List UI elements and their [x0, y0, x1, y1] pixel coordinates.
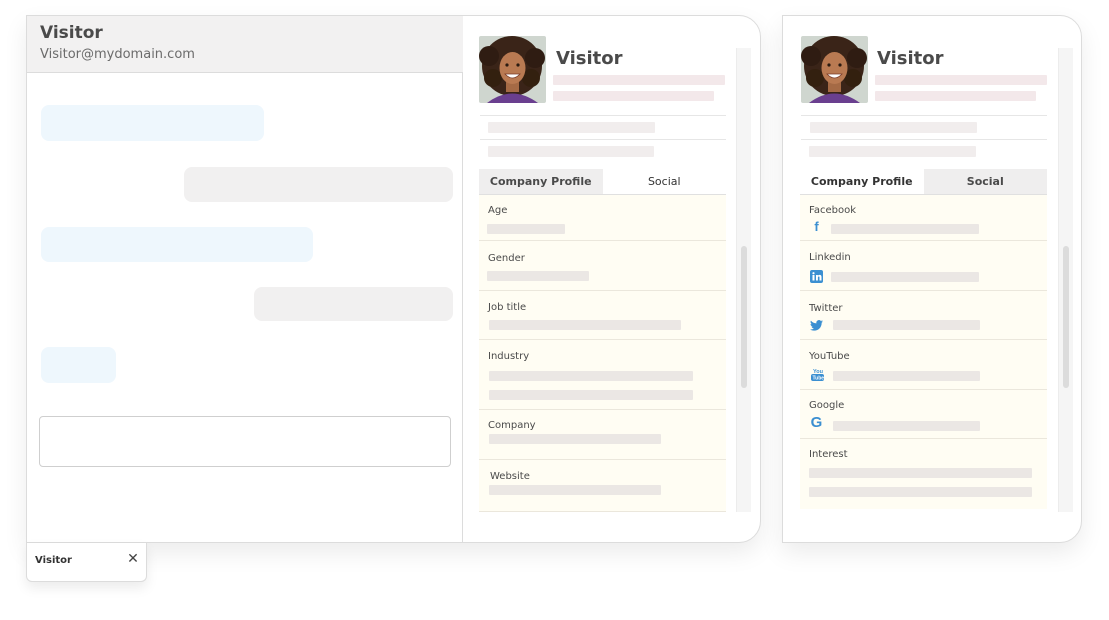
profile-detail-placeholder: [553, 91, 714, 101]
field-row: Industry: [479, 340, 726, 410]
profile-fields: Age Gender Job title Industry Company We…: [479, 195, 726, 512]
field-row: Website: [479, 460, 726, 512]
scrollbar-thumb[interactable]: [1063, 246, 1069, 388]
social-label: Google: [809, 400, 845, 411]
field-row: Company: [479, 410, 726, 460]
field-value-placeholder: [489, 371, 693, 381]
incoming-message-bubble: [41, 227, 313, 262]
chat-visitor-email: Visitor@mydomain.com: [40, 47, 195, 62]
profile-tabs: Company Profile Social: [479, 169, 726, 195]
field-value-placeholder: [489, 434, 661, 444]
profile-name: Visitor: [877, 48, 944, 69]
outgoing-message-bubble: [254, 287, 453, 321]
incoming-message-bubble: [41, 347, 116, 383]
field-row: Gender: [479, 241, 726, 291]
divider: [480, 139, 726, 140]
minimized-chat-label: Visitor: [35, 555, 72, 566]
field-row: Job title: [479, 291, 726, 340]
linkedin-icon[interactable]: [810, 270, 823, 283]
social-label: Twitter: [809, 303, 843, 314]
social-label: YouTube: [809, 351, 850, 362]
visitor-social-window: Visitor Company Profile Social Facebook …: [782, 15, 1082, 543]
chat-window: Visitor Visitor@mydomain.com Visitor Com…: [26, 15, 761, 543]
scrollbar-thumb[interactable]: [741, 246, 747, 388]
chat-visitor-name: Visitor: [40, 23, 103, 43]
social-value-placeholder: [833, 320, 980, 330]
profile-detail-placeholder: [875, 75, 1047, 85]
social-fields: Facebook f Linkedin Twitter YouTube You T…: [800, 195, 1047, 509]
field-value-placeholder: [489, 485, 661, 495]
social-label: Facebook: [809, 205, 856, 216]
chat-pane: Visitor Visitor@mydomain.com: [27, 16, 463, 542]
interest-row: Interest: [800, 439, 1047, 509]
outgoing-message-bubble: [184, 167, 453, 202]
tab-company-profile[interactable]: Company Profile: [800, 169, 924, 194]
youtube-icon[interactable]: You Tube: [810, 367, 825, 382]
field-value-placeholder: [487, 224, 565, 234]
profile-tabs: Company Profile Social: [800, 169, 1047, 195]
profile-detail-placeholder: [809, 146, 976, 157]
social-row-youtube: YouTube You Tube: [800, 340, 1047, 390]
field-label: Company: [488, 420, 536, 431]
svg-text:Tube: Tube: [813, 376, 825, 382]
field-label: Industry: [488, 351, 530, 362]
tab-company-profile[interactable]: Company Profile: [479, 169, 603, 194]
divider: [801, 115, 1047, 116]
scrollbar[interactable]: [1058, 48, 1073, 512]
social-value-placeholder: [831, 224, 979, 234]
social-row-facebook: Facebook f: [800, 195, 1047, 241]
tab-social[interactable]: Social: [602, 169, 726, 194]
social-row-linkedin: Linkedin: [800, 241, 1047, 291]
social-row-twitter: Twitter: [800, 291, 1047, 340]
incoming-message-bubble: [41, 105, 264, 141]
tab-social[interactable]: Social: [923, 169, 1047, 194]
profile-detail-placeholder: [875, 91, 1036, 101]
chat-header: Visitor Visitor@mydomain.com: [27, 16, 463, 73]
interest-placeholder: [809, 487, 1032, 497]
divider: [480, 115, 726, 116]
interest-label: Interest: [809, 449, 848, 460]
field-value-placeholder: [489, 390, 693, 400]
social-row-google: Google G: [800, 390, 1047, 439]
visitor-avatar: [479, 36, 546, 103]
field-label: Job title: [488, 302, 527, 313]
profile-detail-placeholder: [553, 75, 725, 85]
profile-detail-placeholder: [810, 122, 977, 133]
social-value-placeholder: [833, 371, 980, 381]
divider: [801, 139, 1047, 140]
scrollbar[interactable]: [736, 48, 751, 512]
field-label: Website: [490, 471, 530, 482]
interest-placeholder: [809, 468, 1032, 478]
social-value-placeholder: [831, 272, 979, 282]
visitor-profile-panel: Visitor Company Profile Social Age Gende…: [463, 16, 760, 542]
facebook-icon[interactable]: f: [810, 219, 823, 234]
twitter-icon[interactable]: [810, 319, 823, 332]
field-value-placeholder: [487, 271, 589, 281]
field-label: Gender: [488, 253, 525, 264]
field-label: Age: [488, 205, 508, 216]
social-label: Linkedin: [809, 252, 851, 263]
visitor-avatar: [801, 36, 868, 103]
close-icon[interactable]: ✕: [126, 552, 140, 566]
minimized-chat-tab[interactable]: Visitor ✕: [26, 543, 147, 582]
profile-detail-placeholder: [488, 146, 654, 157]
social-value-placeholder: [833, 421, 980, 431]
field-value-placeholder: [489, 320, 681, 330]
profile-name: Visitor: [556, 48, 623, 69]
profile-detail-placeholder: [488, 122, 655, 133]
message-input[interactable]: [39, 416, 451, 467]
field-row: Age: [479, 195, 726, 241]
google-icon[interactable]: G: [810, 414, 823, 431]
